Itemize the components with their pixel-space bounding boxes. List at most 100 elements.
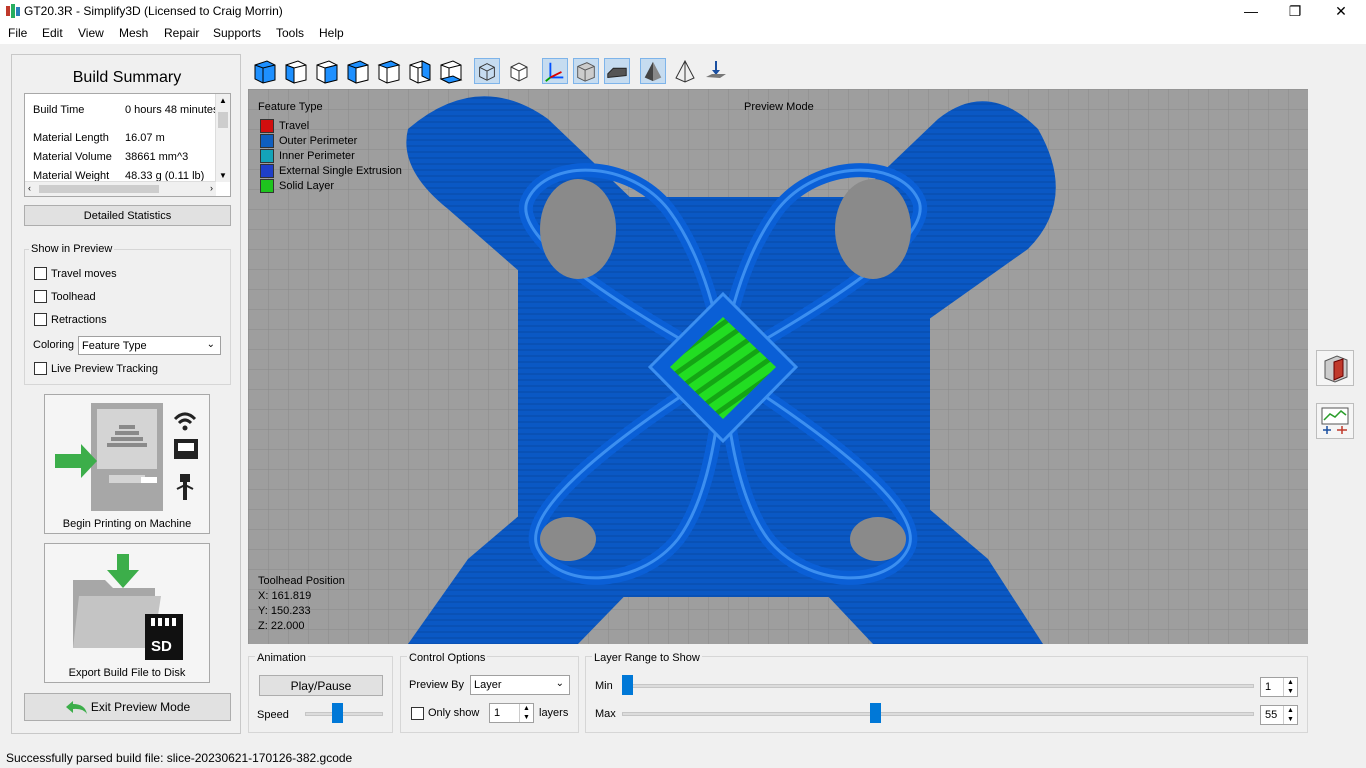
- minimize-button[interactable]: —: [1228, 0, 1274, 22]
- build-plate-toggle-icon[interactable]: [604, 58, 630, 84]
- menu-help[interactable]: Help: [319, 26, 344, 40]
- max-layer-slider-thumb[interactable]: [870, 703, 882, 723]
- live-preview-label: Live Preview Tracking: [51, 363, 158, 375]
- legend-label-travel: Travel: [279, 120, 310, 132]
- cross-section-view-icon[interactable]: [703, 58, 729, 84]
- scroll-thumb[interactable]: [39, 185, 159, 193]
- toolhead-checkbox[interactable]: [34, 290, 47, 303]
- preview-by-select[interactable]: Layer ⌄: [470, 675, 570, 695]
- scroll-thumb[interactable]: [218, 112, 228, 128]
- live-preview-checkbox[interactable]: [34, 362, 47, 375]
- begin-printing-button[interactable]: Begin Printing on Machine: [44, 394, 210, 534]
- animation-group: Animation Play/Pause Speed: [248, 652, 393, 733]
- legend-swatch-solid-layer: [260, 179, 274, 193]
- sd-card-label: SD: [151, 638, 172, 655]
- menu-supports[interactable]: Supports: [213, 26, 261, 40]
- perspective-view-icon[interactable]: [474, 58, 500, 84]
- max-layer-spinner[interactable]: 55 ▲ ▼: [1260, 705, 1298, 725]
- view-bottom-cube-icon[interactable]: [438, 58, 464, 84]
- axes-toggle-icon[interactable]: [542, 58, 568, 84]
- printer-icon: [55, 403, 198, 511]
- scroll-down-icon[interactable]: ▼: [219, 171, 227, 180]
- toolhead-label: Toolhead: [51, 291, 96, 303]
- layers-label: layers: [539, 707, 569, 719]
- toolhead-position-title: Toolhead Position: [258, 575, 345, 587]
- exit-preview-button[interactable]: Exit Preview Mode: [24, 693, 231, 721]
- scroll-left-icon[interactable]: ‹: [28, 183, 31, 193]
- menu-file[interactable]: File: [8, 26, 27, 40]
- menu-view[interactable]: View: [78, 26, 104, 40]
- menu-tools[interactable]: Tools: [276, 26, 304, 40]
- control-options-group: Control Options Preview By Layer ⌄ Only …: [400, 652, 579, 733]
- restore-button[interactable]: ❐: [1272, 0, 1318, 22]
- stat-value: 38661 mm^3: [125, 151, 189, 163]
- legend-swatch-external-single-extrusion: [260, 164, 274, 178]
- retractions-label: Retractions: [51, 314, 107, 326]
- view-top-cube-icon[interactable]: [407, 58, 433, 84]
- cross-section-icon: [1324, 355, 1348, 383]
- wireframe-view-icon[interactable]: [672, 58, 698, 84]
- layer-graph-icon: [1321, 407, 1349, 434]
- status-bar: Successfully parsed build file: slice-20…: [0, 746, 1366, 768]
- layer-range-title: Layer Range to Show: [592, 652, 702, 664]
- retractions-checkbox[interactable]: [34, 313, 47, 326]
- view-default-cube-icon[interactable]: [252, 58, 278, 84]
- legend-swatch-inner-perimeter: [260, 149, 274, 163]
- shaded-view-icon[interactable]: [640, 58, 666, 84]
- play-pause-button[interactable]: Play/Pause: [259, 675, 383, 696]
- title-bar: GT20.3R - Simplify3D (Licensed to Craig …: [0, 0, 1366, 22]
- close-button[interactable]: ✕: [1318, 0, 1364, 22]
- stat-label: Material Volume: [33, 151, 112, 163]
- view-left-cube-icon[interactable]: [345, 58, 371, 84]
- detailed-statistics-button[interactable]: Detailed Statistics: [24, 205, 231, 226]
- coloring-select[interactable]: Feature Type ⌄: [78, 336, 221, 355]
- view-front-cube-icon[interactable]: [283, 58, 309, 84]
- build-summary-title: Build Summary: [72, 69, 182, 86]
- min-layer-spinner[interactable]: 1 ▲ ▼: [1260, 677, 1298, 697]
- view-right-cube-icon[interactable]: [376, 58, 402, 84]
- stat-label: Material Length: [33, 132, 109, 144]
- speed-slider-thumb[interactable]: [331, 703, 343, 723]
- export-build-file-label: Export Build File to Disk: [68, 667, 186, 679]
- cross-section-button[interactable]: [1316, 350, 1354, 386]
- menu-mesh[interactable]: Mesh: [119, 26, 148, 40]
- left-panel: Build Summary Build Time 0 hours 48 minu…: [11, 54, 241, 734]
- min-label: Min: [595, 680, 613, 692]
- preview-mode-label: Preview Mode: [744, 101, 814, 113]
- export-build-file-button[interactable]: SD Export Build File to Disk: [44, 543, 210, 683]
- travel-moves-checkbox[interactable]: [34, 267, 47, 280]
- legend-label-outer-perimeter: Outer Perimeter: [279, 135, 358, 147]
- menu-edit[interactable]: Edit: [42, 26, 63, 40]
- scroll-up-icon[interactable]: ▲: [219, 96, 227, 105]
- orthographic-view-icon[interactable]: [506, 58, 532, 84]
- speed-slider-track[interactable]: [305, 712, 383, 716]
- min-layer-slider-thumb[interactable]: [622, 675, 633, 695]
- layer-graph-button[interactable]: [1316, 403, 1354, 439]
- max-layer-value: 55: [1265, 709, 1278, 721]
- build-stats-list[interactable]: Build Time 0 hours 48 minutes Material L…: [24, 93, 231, 197]
- model-preview-canvas[interactable]: [248, 89, 1308, 644]
- only-show-checkbox[interactable]: [411, 707, 424, 720]
- spinner-arrows-icon[interactable]: ▲ ▼: [1283, 678, 1297, 696]
- speed-label: Speed: [257, 709, 289, 721]
- only-show-layers-spinner[interactable]: 1 ▲ ▼: [489, 703, 534, 723]
- spinner-arrows-icon[interactable]: ▲ ▼: [519, 704, 533, 722]
- stats-vertical-scrollbar[interactable]: ▲ ▼: [215, 94, 230, 182]
- max-layer-slider-track[interactable]: [622, 712, 1254, 716]
- show-in-preview-title: Show in Preview: [29, 243, 115, 255]
- app-icon: [6, 4, 20, 18]
- preview-by-label: Preview By: [409, 679, 465, 691]
- stats-horizontal-scrollbar[interactable]: ‹ ›: [25, 181, 216, 196]
- menu-repair[interactable]: Repair: [164, 26, 199, 40]
- stat-value: 16.07 m: [125, 132, 165, 144]
- preview-by-value: Layer: [474, 679, 502, 691]
- build-volume-toggle-icon[interactable]: [573, 58, 599, 84]
- preview-viewport[interactable]: Feature Type Travel Outer Perimeter Inne…: [248, 89, 1308, 644]
- view-back-cube-icon[interactable]: [314, 58, 340, 84]
- legend-label-solid-layer: Solid Layer: [279, 180, 335, 192]
- toolhead-z: Z: 22.000: [258, 620, 305, 632]
- spinner-arrows-icon[interactable]: ▲ ▼: [1283, 706, 1297, 724]
- min-layer-slider-track[interactable]: [622, 684, 1254, 688]
- scroll-right-icon[interactable]: ›: [210, 183, 213, 193]
- menu-bar: File Edit View Mesh Repair Supports Tool…: [0, 22, 1366, 44]
